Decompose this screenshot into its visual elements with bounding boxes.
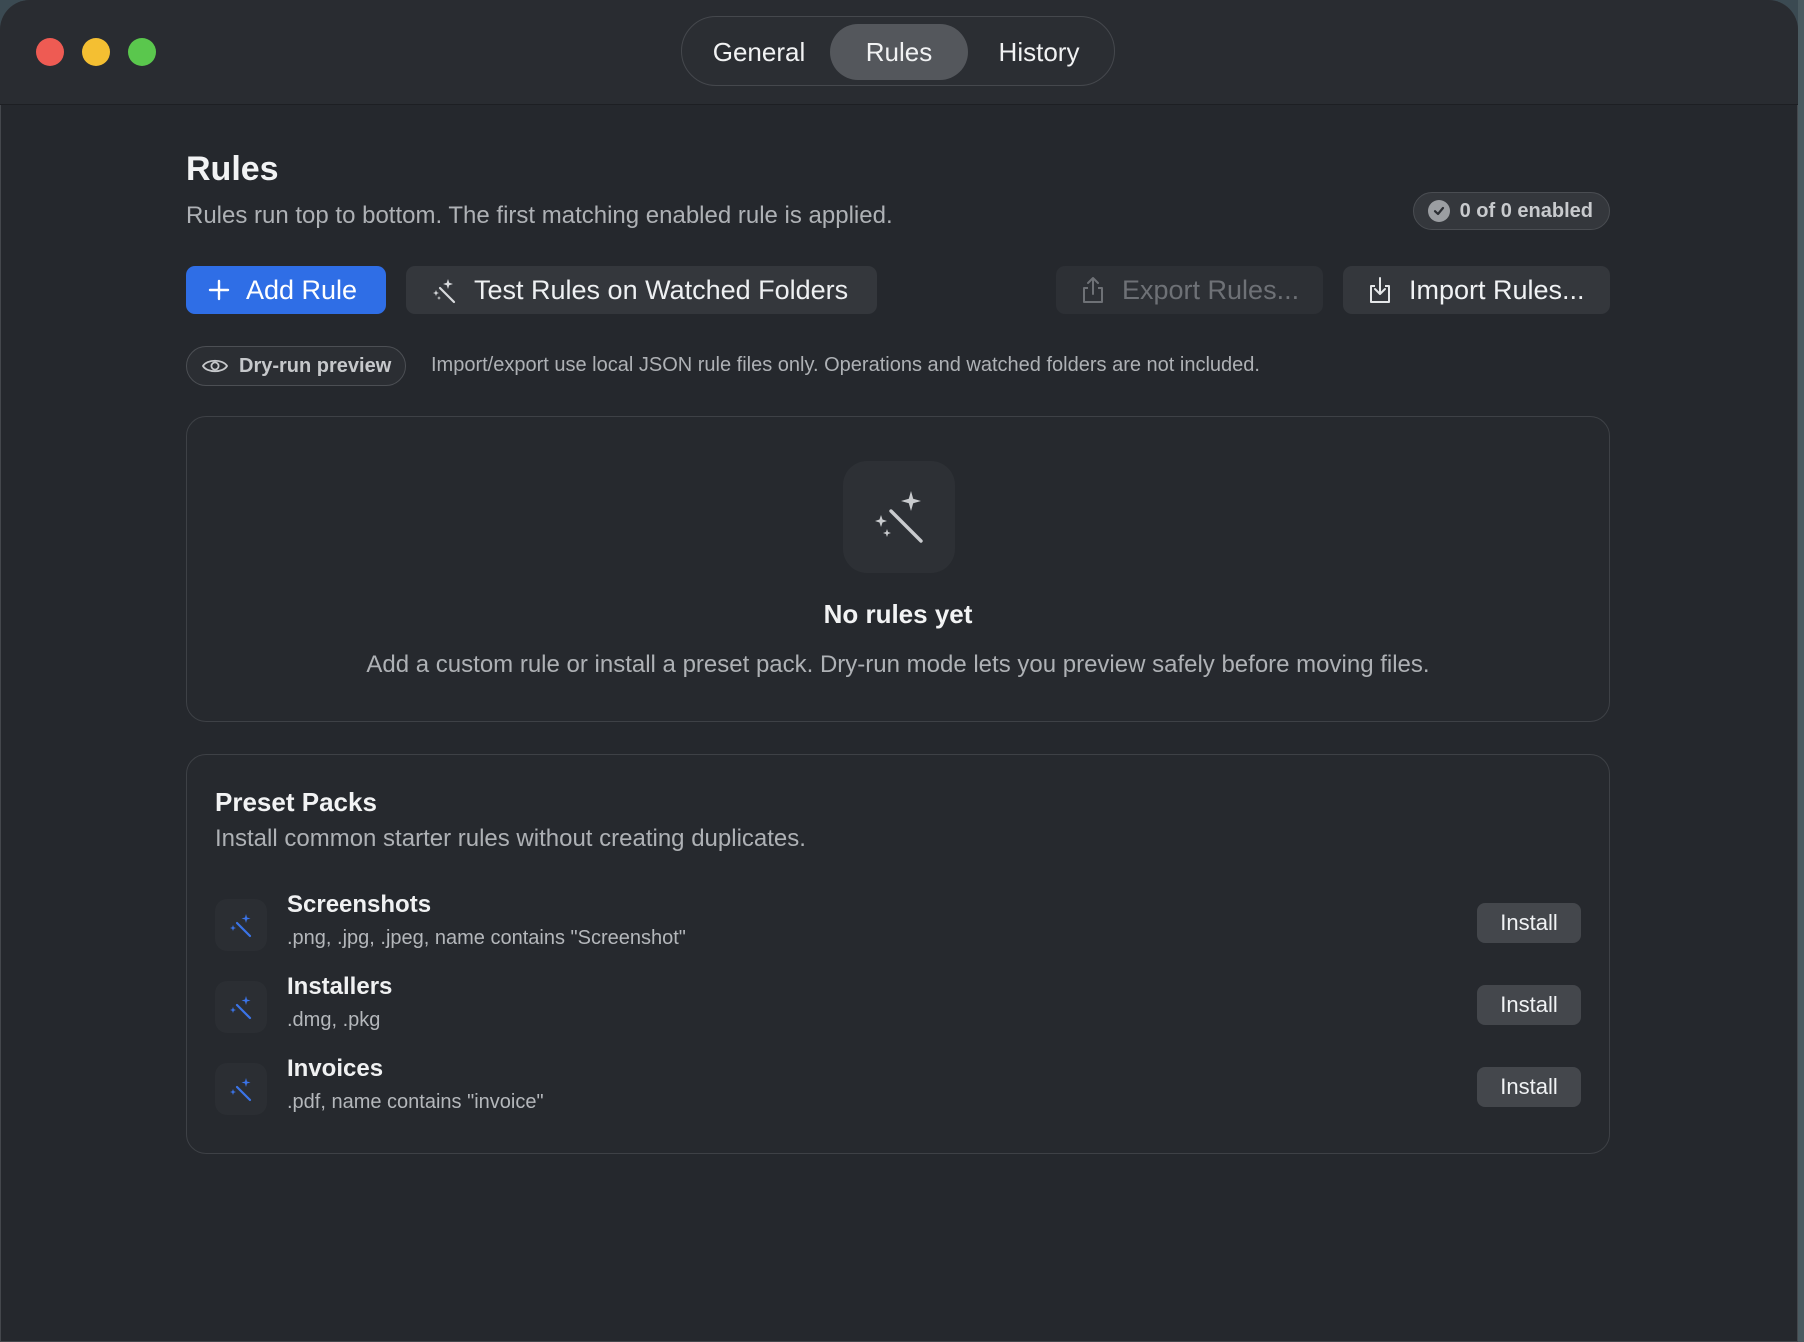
test-rules-button[interactable]: Test Rules on Watched Folders (406, 266, 877, 314)
tab-history[interactable]: History (976, 24, 1102, 80)
preset-pack-name: Screenshots (287, 891, 432, 918)
title-bar: General Rules History (0, 0, 1798, 105)
minimize-window-button[interactable] (82, 38, 110, 66)
preset-pack-row-installers: Installers .dmg, .pkg Install (215, 973, 1581, 1045)
enabled-count-text: 0 of 0 enabled (1459, 199, 1593, 222)
magic-wand-icon (215, 899, 267, 951)
preset-packs-title: Preset Packs (215, 787, 377, 817)
tab-rules[interactable]: Rules (830, 24, 968, 80)
install-invoices-button[interactable]: Install (1477, 1067, 1581, 1107)
import-rules-label: Import Rules... (1409, 274, 1585, 305)
magic-wand-icon (430, 276, 458, 304)
desktop-background (1798, 0, 1804, 1342)
dry-run-label: Dry-run preview (239, 354, 392, 377)
empty-state-title: No rules yet (823, 599, 973, 629)
import-icon (1367, 275, 1393, 305)
plus-icon (208, 279, 230, 301)
magic-wand-icon (215, 1063, 267, 1115)
install-screenshots-button[interactable]: Install (1477, 903, 1581, 943)
preset-pack-name: Invoices (287, 1055, 384, 1082)
enabled-count-badge: 0 of 0 enabled (1412, 192, 1610, 230)
test-rules-label: Test Rules on Watched Folders (474, 274, 849, 305)
preset-pack-description: .png, .jpg, .jpeg, name contains "Screen… (287, 927, 686, 949)
preset-pack-description: .pdf, name contains "invoice" (287, 1091, 544, 1113)
preset-pack-description: .dmg, .pkg (287, 1009, 381, 1031)
import-rules-button[interactable]: Import Rules... (1343, 266, 1610, 314)
add-rule-button[interactable]: Add Rule (186, 266, 386, 314)
zoom-window-button[interactable] (128, 38, 156, 66)
page-subtitle: Rules run top to bottom. The first match… (186, 202, 893, 229)
empty-state-subtitle: Add a custom rule or install a preset pa… (366, 651, 1430, 678)
add-rule-label: Add Rule (246, 274, 358, 305)
export-rules-label: Export Rules... (1122, 274, 1300, 305)
eye-icon (201, 356, 229, 376)
close-window-button[interactable] (36, 38, 64, 66)
export-rules-button[interactable]: Export Rules... (1056, 266, 1323, 314)
magic-wand-icon (843, 461, 955, 573)
preset-pack-row-screenshots: Screenshots .png, .jpg, .jpeg, name cont… (215, 891, 1581, 963)
app-window: General Rules History Rules Rules run to… (0, 0, 1798, 1342)
tab-switcher: General Rules History (681, 16, 1115, 86)
tab-general[interactable]: General (696, 24, 822, 80)
preset-pack-row-invoices: Invoices .pdf, name contains "invoice" I… (215, 1055, 1581, 1127)
preset-pack-name: Installers (287, 973, 393, 1000)
import-export-note: Import/export use local JSON rule files … (431, 354, 1260, 376)
magic-wand-icon (215, 981, 267, 1033)
empty-rules-card: No rules yet Add a custom rule or instal… (186, 416, 1610, 722)
dry-run-preview-badge: Dry-run preview (186, 346, 407, 386)
checkmark-circle-icon (1427, 200, 1450, 222)
preset-packs-card: Preset Packs Install common starter rule… (186, 754, 1610, 1154)
share-export-icon (1080, 275, 1106, 305)
preset-packs-subtitle: Install common starter rules without cre… (215, 825, 806, 852)
install-installers-button[interactable]: Install (1477, 985, 1581, 1025)
page-title: Rules (186, 150, 279, 188)
